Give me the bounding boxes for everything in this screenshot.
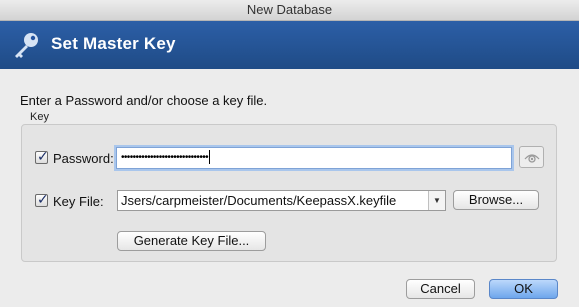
- password-value: ••••••••••••••••••••••••••••••: [121, 152, 209, 163]
- toggle-password-visibility-button[interactable]: [519, 146, 544, 168]
- browse-button[interactable]: Browse...: [453, 190, 539, 210]
- generate-key-file-button[interactable]: Generate Key File...: [117, 231, 266, 251]
- key-group-label: Key: [30, 111, 49, 123]
- ok-button[interactable]: OK: [489, 279, 558, 299]
- key-icon: [15, 33, 38, 58]
- instruction-text: Enter a Password and/or choose a key fil…: [20, 93, 268, 108]
- window-title: New Database: [246, 2, 333, 17]
- password-label: Password:: [53, 151, 114, 166]
- text-caret: [209, 150, 211, 165]
- key-file-checkbox[interactable]: ✓: [35, 191, 49, 207]
- checkmark-icon: ✓: [37, 191, 49, 207]
- window-titlebar: New Database: [0, 0, 579, 21]
- cancel-button[interactable]: Cancel: [406, 279, 475, 299]
- password-field[interactable]: ••••••••••••••••••••••••••••••: [116, 147, 512, 169]
- key-file-label: Key File:: [53, 194, 104, 209]
- eye-icon: [524, 154, 540, 163]
- banner-title: Set Master Key: [51, 34, 176, 53]
- header-banner: Set Master Key: [0, 21, 579, 69]
- password-checkbox[interactable]: ✓: [35, 148, 49, 164]
- checkmark-icon: ✓: [37, 148, 49, 164]
- chevron-down-icon[interactable]: ▼: [428, 191, 445, 210]
- key-file-combobox[interactable]: Jsers/carpmeister/Documents/KeepassX.key…: [117, 190, 446, 211]
- key-file-path: Jsers/carpmeister/Documents/KeepassX.key…: [121, 193, 397, 208]
